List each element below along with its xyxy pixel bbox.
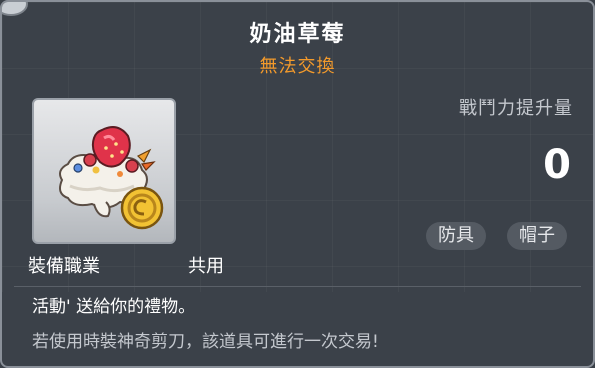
tag-armor: 防具 — [426, 222, 486, 250]
power-increase-label: 戰鬥力提升量 — [459, 98, 573, 119]
tag-hat: 帽子 — [507, 222, 567, 250]
item-tooltip: 奶油草莓 無法交換 戰鬥力提升量 0 防具 帽子 裝備職業 共用 活動' 送給你… — [0, 0, 595, 368]
item-name: 奶油草莓 — [249, 22, 346, 47]
power-increase-value: 0 — [543, 142, 571, 188]
equip-job-value: 共用 — [188, 256, 224, 277]
trade-status: 無法交換 — [259, 56, 336, 77]
item-icon-frame — [32, 98, 176, 244]
strawberry-cream-hat-icon — [59, 126, 164, 230]
description-line-2: 若使用時裝神奇剪刀，該道具可進行一次交易! — [32, 332, 379, 352]
divider — [14, 286, 581, 287]
equip-job-label: 裝備職業 — [28, 256, 100, 277]
description-line-1: 活動' 送給你的禮物。 — [32, 297, 196, 317]
